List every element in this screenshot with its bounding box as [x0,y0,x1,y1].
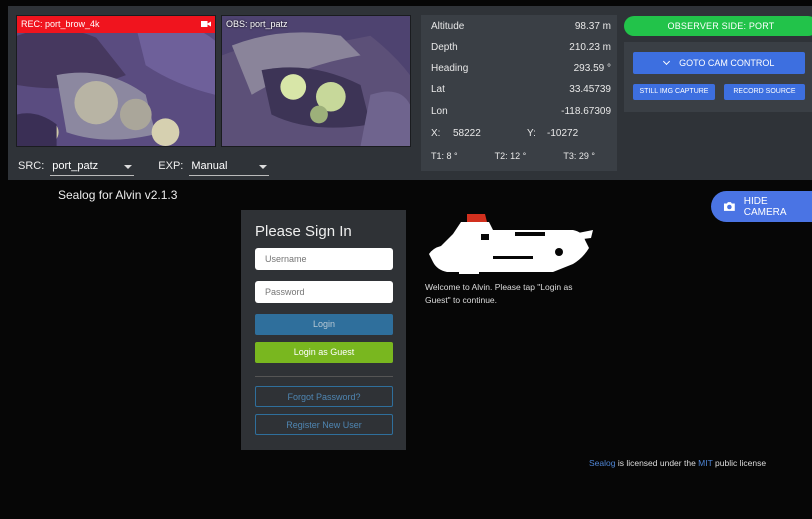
src-label: SRC: [18,160,45,172]
username-input[interactable] [255,248,393,270]
y-value: -10272 [547,128,579,139]
login-button[interactable]: Login [255,314,393,335]
telemetry-value: 210.23 m [569,42,611,53]
license-footer: Sealog is licensed under the MIT public … [589,458,766,468]
telemetry-label: Depth [431,42,458,53]
sign-in-title: Please Sign In [255,223,352,240]
rec-camera-feed[interactable]: REC: port_brow_4k [16,15,216,147]
rec-camera-label: REC: port_brow_4k [17,16,215,33]
telemetry-box: Altitude 98.37 m Depth 210.23 m Heading … [421,15,617,171]
app-version: Sealog for Alvin v2.1.3 [58,188,178,202]
password-input[interactable] [255,281,393,303]
telemetry-value: 98.37 m [574,21,611,32]
hide-camera-label: HIDE CAMERA [743,195,787,218]
telemetry-temps-row: T1: 8 ° T2: 12 ° T3: 29 ° [431,151,609,161]
y-label: Y: [527,128,536,139]
goto-cam-control-label: GOTO CAM CONTROL [679,58,775,68]
t2-value: T2: 12 ° [494,151,527,161]
obs-camera-image [222,16,410,146]
camera-telemetry-panel: REC: port_brow_4k OBS: port_patz SRC: po… [8,6,812,180]
source-exposure-row: SRC: port_patz EXP: Manual [18,152,270,176]
telemetry-label: Lat [431,84,445,95]
record-source-button[interactable]: RECORD SOURCE [724,84,805,100]
exp-caret-down-icon [259,165,268,169]
license-text-1: is licensed under the [615,458,699,468]
video-camera-icon [201,21,211,27]
telemetry-row-lon: Lon -118.67309 [431,106,611,117]
obs-camera-feed[interactable]: OBS: port_patz [221,15,411,147]
t3-value: T3: 29 ° [563,151,595,161]
telemetry-xy-row: X: 58222 Y: -10272 [431,128,609,139]
exp-select[interactable]: Manual [189,160,270,176]
hide-camera-button[interactable]: HIDE CAMERA [711,191,812,222]
src-select-value: port_patz [52,160,99,172]
license-text-2: public license [712,458,767,468]
camera-icon [723,202,735,211]
login-as-guest-button[interactable]: Login as Guest [255,342,393,363]
welcome-message: Welcome to Alvin. Please tap "Login as G… [425,282,573,305]
chevron-down-icon [662,57,670,66]
x-value: 58222 [453,128,481,139]
telemetry-label: Lon [431,106,448,117]
telemetry-value: -118.67309 [561,106,611,117]
src-caret-down-icon [124,165,133,169]
camera-control-box: GOTO CAM CONTROL STILL IMG CAPTURE RECOR… [624,42,812,112]
mit-link[interactable]: MIT [698,458,712,468]
still-img-capture-button[interactable]: STILL IMG CAPTURE [633,84,715,100]
exp-select-value: Manual [191,160,228,172]
telemetry-row-lat: Lat 33.45739 [431,84,611,95]
divider [255,376,393,377]
obs-camera-label: OBS: port_patz [226,19,288,29]
forgot-password-button[interactable]: Forgot Password? [255,386,393,407]
exp-label: EXP: [158,160,184,172]
goto-cam-control-button[interactable]: GOTO CAM CONTROL [633,52,805,74]
rec-camera-image [17,16,215,146]
src-select[interactable]: port_patz [50,160,135,176]
register-new-user-button[interactable]: Register New User [255,414,393,435]
telemetry-row-depth: Depth 210.23 m [431,42,611,53]
telemetry-label: Altitude [431,21,465,32]
x-label: X: [431,128,441,139]
t1-value: T1: 8 ° [431,151,458,161]
telemetry-row-heading: Heading 293.59 ° [431,63,611,74]
alvin-submarine-logo [429,214,593,274]
sign-in-panel: Please Sign In Login Login as Guest Forg… [241,210,406,450]
telemetry-value: 293.59 ° [573,63,611,74]
telemetry-label: Heading [431,63,469,74]
sealog-link[interactable]: Sealog [589,458,615,468]
telemetry-row-altitude: Altitude 98.37 m [431,21,611,32]
observer-side-badge[interactable]: OBSERVER SIDE: PORT [624,16,812,36]
submarine-image [423,208,593,278]
telemetry-value: 33.45739 [569,84,611,95]
